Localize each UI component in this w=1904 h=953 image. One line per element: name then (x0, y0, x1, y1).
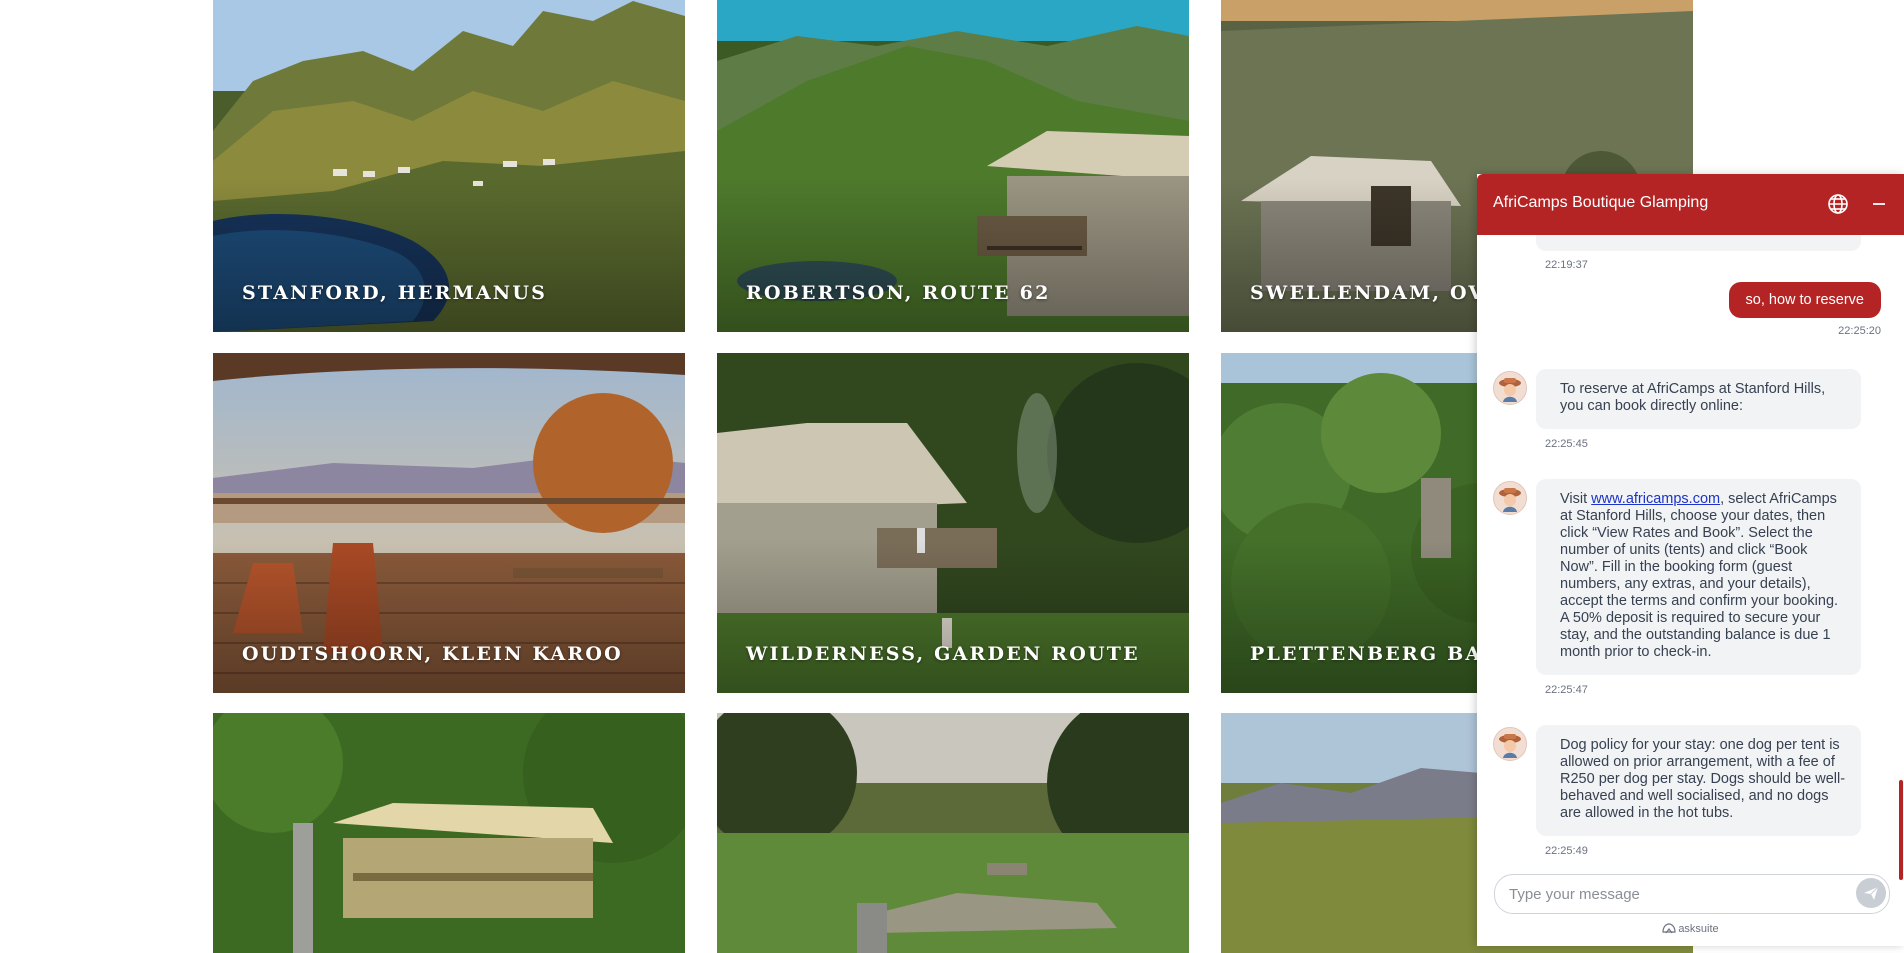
bot-avatar (1493, 371, 1527, 405)
destination-label: STANFORD, HERMANUS (242, 282, 548, 304)
minimize-icon[interactable] (1867, 192, 1891, 216)
chat-scrollbar-thumb[interactable] (1899, 780, 1903, 880)
message-time: 22:25:47 (1545, 684, 1588, 696)
destinations-grid: STANFORD, HERMANUS ROBERTSON, ROUTE 62 S… (213, 0, 1693, 953)
powered-by: asksuite (1477, 923, 1904, 937)
destination-label: ROBERTSON, ROUTE 62 (746, 282, 1051, 304)
destination-card-robertson[interactable]: ROBERTSON, ROUTE 62 (717, 0, 1189, 332)
message-input[interactable] (1507, 875, 1841, 913)
destination-card[interactable] (213, 713, 685, 953)
message-time: 22:25:20 (1838, 325, 1881, 337)
chat-widget: AfriCamps Boutique Glamping 22:19:37 so,… (1477, 174, 1904, 946)
asksuite-logo-icon (1662, 923, 1676, 937)
bot-avatar (1493, 481, 1527, 515)
message-bubble-bot (1536, 235, 1861, 251)
send-button[interactable] (1856, 878, 1886, 908)
chat-header: AfriCamps Boutique Glamping (1477, 174, 1904, 235)
chat-messages[interactable]: 22:19:37 so, how to reserve 22:25:20 To … (1477, 235, 1904, 886)
africamps-link[interactable]: www.africamps.com (1591, 491, 1720, 507)
message-bubble-bot: To reserve at AfriCamps at Stanford Hill… (1536, 369, 1861, 429)
message-time: 22:25:45 (1545, 438, 1588, 450)
powered-by-label: asksuite (1678, 923, 1719, 935)
destination-card-oudtshoorn[interactable]: OUDTSHOORN, KLEIN KAROO (213, 353, 685, 693)
chat-title: AfriCamps Boutique Glamping (1493, 194, 1709, 211)
destination-label: OUDTSHOORN, KLEIN KAROO (242, 643, 623, 665)
message-bubble-bot: Dog policy for your stay: one dog per te… (1536, 725, 1861, 836)
bot-avatar (1493, 727, 1527, 761)
message-bubble-user: so, how to reserve (1728, 282, 1881, 318)
destination-card[interactable] (717, 713, 1189, 953)
message-text: Visit (1560, 491, 1592, 507)
destination-card-stanford[interactable]: STANFORD, HERMANUS (213, 0, 685, 332)
send-icon (1864, 886, 1879, 900)
message-time: 22:25:49 (1545, 845, 1588, 857)
destination-label: WILDERNESS, GARDEN ROUTE (746, 643, 1140, 665)
message-input-container (1494, 874, 1890, 914)
message-time: 22:19:37 (1545, 259, 1588, 271)
message-text: , select AfriCamps at Stanford Hills, ch… (1560, 491, 1839, 660)
chat-scrollbar[interactable] (1898, 235, 1904, 886)
destination-photo (213, 713, 685, 953)
destination-photo (717, 713, 1189, 953)
globe-icon[interactable] (1826, 192, 1850, 216)
message-bubble-bot: Visit www.africamps.com, select AfriCamp… (1536, 479, 1861, 675)
destination-card-wilderness[interactable]: WILDERNESS, GARDEN ROUTE (717, 353, 1189, 693)
